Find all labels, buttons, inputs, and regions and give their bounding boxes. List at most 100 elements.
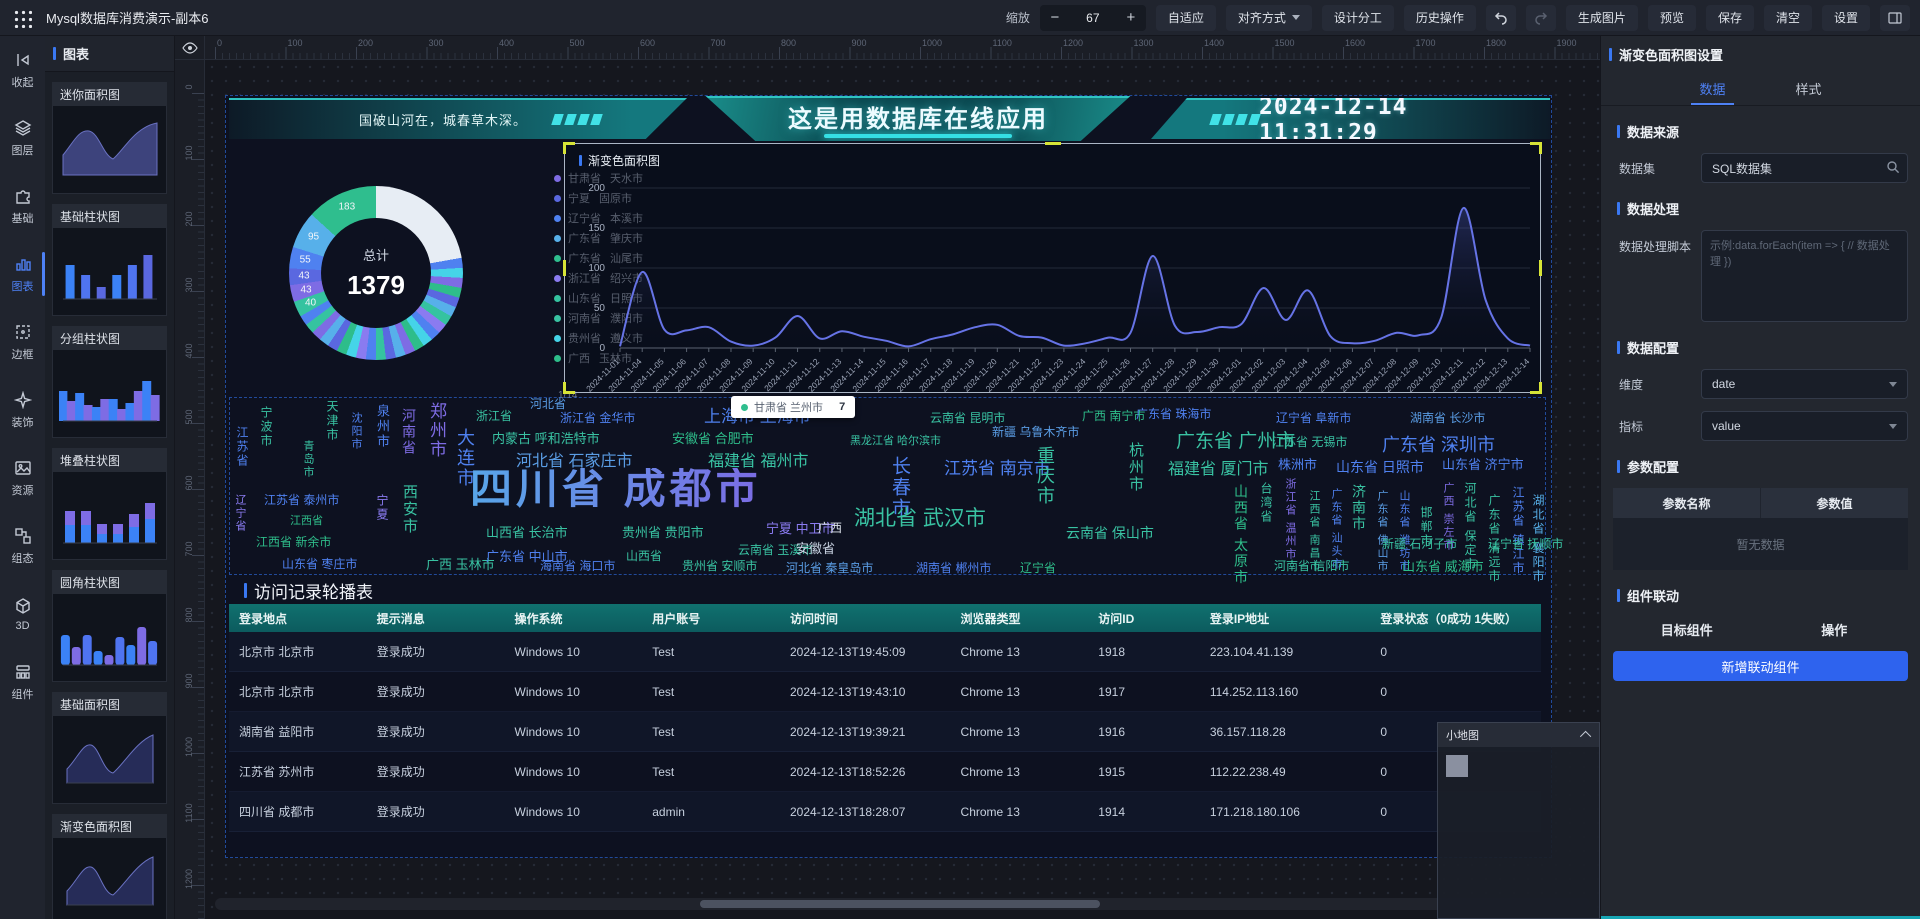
tab-style[interactable]: 样式 [1796, 72, 1822, 105]
script-textarea[interactable] [1701, 230, 1908, 322]
zoom-out-button[interactable]: − [1040, 9, 1070, 26]
toolbar-button-历史操作[interactable]: 历史操作 [1404, 5, 1476, 31]
chevron-down-icon [1889, 382, 1897, 387]
tab-data[interactable]: 数据 [1699, 72, 1725, 105]
undo-button[interactable] [1486, 5, 1516, 31]
selection-edge-handle[interactable] [1045, 142, 1061, 145]
table-cell: 湖南省 益阳市 [229, 712, 367, 751]
search-icon[interactable] [1886, 160, 1900, 174]
sidebar-item-label: 资源 [12, 482, 34, 498]
zoom-label: 缩放 [1006, 9, 1030, 26]
library-card-title[interactable]: 分组柱状图 [52, 326, 167, 350]
sidebar-item-边框[interactable]: 边框 [0, 308, 45, 376]
sidebar-item-收起[interactable]: 收起 [0, 36, 45, 104]
library-card-title[interactable]: 基础柱状图 [52, 204, 167, 228]
library-card-title[interactable]: 基础面积图 [52, 692, 167, 716]
app-grid-icon[interactable] [12, 8, 32, 28]
wordcloud-word: 台湾省 [1260, 482, 1272, 524]
sidebar-item-资源[interactable]: 资源 [0, 444, 45, 512]
wordcloud-word: 辽宁省 [234, 494, 245, 533]
table-section-header: 访问记录轮播表 [236, 578, 373, 603]
wordcloud-word: 河北省 秦皇岛市 [786, 562, 873, 574]
wordcloud-word: 广东省 佛山市 [1376, 490, 1387, 573]
widget-icon [14, 663, 32, 681]
library-card-title[interactable]: 圆角柱状图 [52, 570, 167, 594]
library-card-title[interactable]: 渐变色面积图 [52, 814, 167, 838]
zoom-in-button[interactable]: + [1116, 9, 1146, 26]
selection-corner[interactable] [1530, 142, 1542, 154]
sidebar-item-图层[interactable]: 图层 [0, 104, 45, 172]
toolbar-button-清空[interactable]: 清空 [1764, 5, 1812, 31]
selection-corner[interactable] [563, 382, 575, 394]
tooltip-value: 7 [839, 401, 845, 413]
selection-corner[interactable] [1530, 382, 1542, 394]
ruler-label: 1100 [993, 38, 1012, 48]
header-right-banner[interactable]: 2024-12-14 11:31:29 [1151, 98, 1550, 139]
ruler-label: 1400 [1204, 38, 1224, 48]
area-chart-header: 渐变色面积图 [579, 152, 660, 169]
carousel-table-component[interactable]: 登录地点提示消息操作系统用户账号访问时间浏览器类型访问ID登录IP地址登录状态（… [229, 604, 1541, 832]
ruler-label: 800 [184, 603, 194, 627]
area-chart-component[interactable]: 渐变色面积图 2001501005002024-11-012024-11-042… [564, 143, 1541, 393]
library-card-thumbnail[interactable] [52, 350, 167, 438]
toolbar-button-预览[interactable]: 预览 [1648, 5, 1696, 31]
table-cell: admin [642, 792, 780, 831]
minimap-viewport[interactable] [1446, 755, 1468, 777]
zoom-value[interactable]: 67 [1070, 11, 1116, 25]
selection-edge-handle[interactable] [563, 260, 566, 276]
sidebar-item-基础[interactable]: 基础 [0, 172, 45, 240]
toolbar-button-设置[interactable]: 设置 [1822, 5, 1870, 31]
sidebar-item-装饰[interactable]: 装饰 [0, 376, 45, 444]
library-card-迷你面积图: 迷你面积图 [52, 82, 167, 194]
toolbar-button-自适应[interactable]: 自适应 [1156, 5, 1216, 31]
dimension-select[interactable]: date [1701, 369, 1908, 399]
sidebar-item-图表[interactable]: 图表 [0, 240, 45, 308]
wordcloud-word: 安徽省 合肥市 [672, 432, 754, 445]
toolbar-button-保存[interactable]: 保存 [1706, 5, 1754, 31]
header-left-banner[interactable]: 国破山河在，城春草木深。 [229, 98, 687, 139]
wordcloud-word: 四川省 成都市 [470, 468, 762, 510]
wordcloud-word: 内蒙古 呼和浩特市 [492, 432, 600, 445]
table-header-cell: 提示消息 [367, 604, 505, 632]
sidebar-item-3D[interactable]: 3D [0, 580, 45, 648]
toolbar-button-生成图片[interactable]: 生成图片 [1566, 5, 1638, 31]
dashboard-page[interactable]: 国破山河在，城春草木深。 这是用数据库在线应用 2024-12-14 11:31… [225, 95, 1552, 858]
ruler-label: 200 [358, 38, 373, 48]
selection-corner[interactable] [563, 142, 575, 154]
wordcloud-word: 广西 [818, 522, 842, 534]
eye-icon[interactable] [182, 42, 198, 54]
svg-text:0: 0 [599, 343, 605, 354]
library-card-thumbnail[interactable] [52, 594, 167, 682]
table-header-cell: 登录地点 [229, 604, 367, 632]
metric-select[interactable]: value [1701, 411, 1908, 441]
sidebar-item-组态[interactable]: 组态 [0, 512, 45, 580]
library-card-thumbnail[interactable] [52, 716, 167, 804]
table-header-cell: 登录IP地址 [1200, 604, 1371, 632]
ruler-label: 700 [711, 38, 726, 48]
toolbar-button-设计分工[interactable]: 设计分工 [1322, 5, 1394, 31]
library-card-thumbnail[interactable] [52, 472, 167, 560]
redo-button[interactable] [1526, 5, 1556, 31]
library-card-title[interactable]: 迷你面积图 [52, 82, 167, 106]
panel-toggle-icon[interactable] [1880, 5, 1910, 31]
library-card-title[interactable]: 堆叠柱状图 [52, 448, 167, 472]
stage[interactable]: 国破山河在，城春草木深。 这是用数据库在线应用 2024-12-14 11:31… [205, 60, 1600, 919]
wordcloud-word: 青岛市 [302, 440, 313, 479]
table-cell: Windows 10 [505, 792, 643, 831]
scrollbar-thumb[interactable] [700, 900, 1100, 908]
minimap-header[interactable]: 小地图 [1438, 723, 1599, 747]
section-data-config: 数据配置 [1609, 338, 1920, 357]
header-title-banner[interactable]: 这是用数据库在线应用 [692, 96, 1144, 141]
table-row: 北京市 北京市登录成功Windows 10Test2024-12-13T19:4… [229, 632, 1541, 672]
selection-edge-handle[interactable] [1539, 260, 1542, 276]
wordcloud-component[interactable]: 江苏省宁波市辽宁省江西省江苏省 泰州市江西省 新余市山东省 枣庄市天津市沈阳市青… [229, 397, 1546, 575]
sidebar-item-组件[interactable]: 组件 [0, 648, 45, 716]
add-linkage-button[interactable]: 新增联动组件 [1613, 651, 1908, 681]
library-card-thumbnail[interactable] [52, 106, 167, 194]
toolbar-button-对齐方式[interactable]: 对齐方式 [1226, 5, 1312, 31]
library-card-thumbnail[interactable] [52, 838, 167, 919]
sidebar-item-label: 3D [15, 620, 29, 632]
param-col-value: 参数值 [1761, 488, 1908, 518]
dataset-input[interactable] [1701, 153, 1908, 183]
library-card-thumbnail[interactable] [52, 228, 167, 316]
